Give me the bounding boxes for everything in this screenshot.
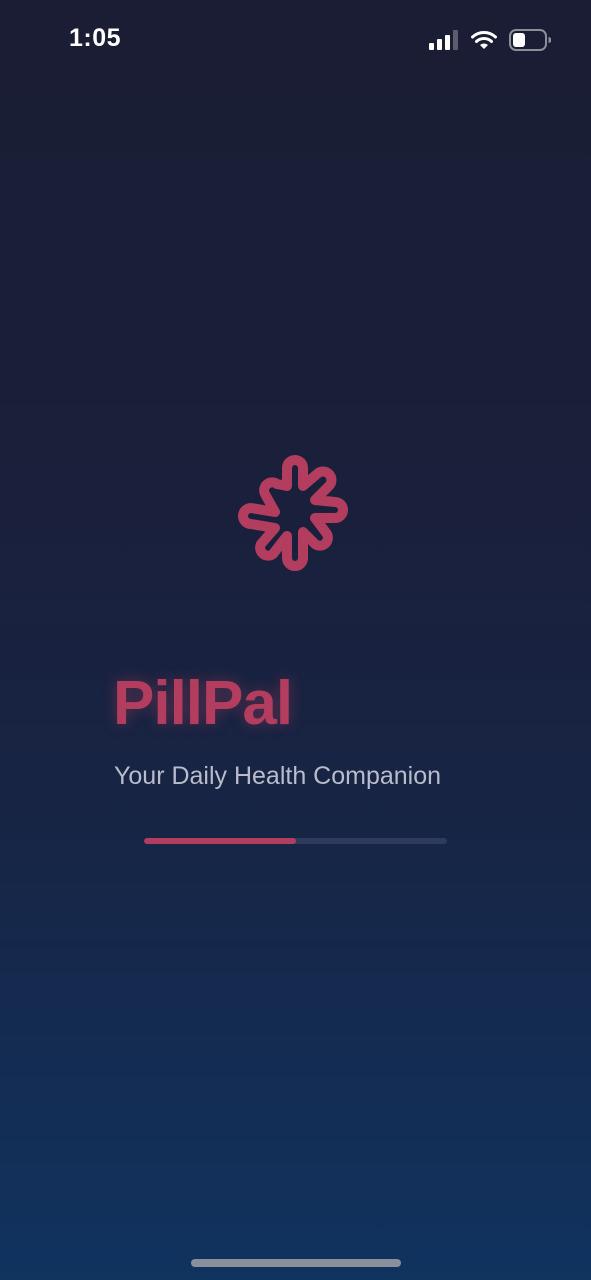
signal-icon [429, 30, 459, 50]
app-name: PillPal [113, 669, 293, 738]
tagline: Your Daily Health Companion [114, 762, 442, 790]
battery-icon [509, 29, 551, 51]
status-time: 1:05 [69, 24, 122, 52]
status-icons [429, 28, 551, 52]
status-bar: 1:05 [0, 0, 591, 80]
home-indicator[interactable] [191, 1259, 401, 1267]
wifi-icon [471, 30, 497, 50]
asterisk-logo-icon [212, 448, 378, 608]
loading-progress-bar [144, 838, 447, 844]
loading-progress-fill [144, 838, 296, 844]
